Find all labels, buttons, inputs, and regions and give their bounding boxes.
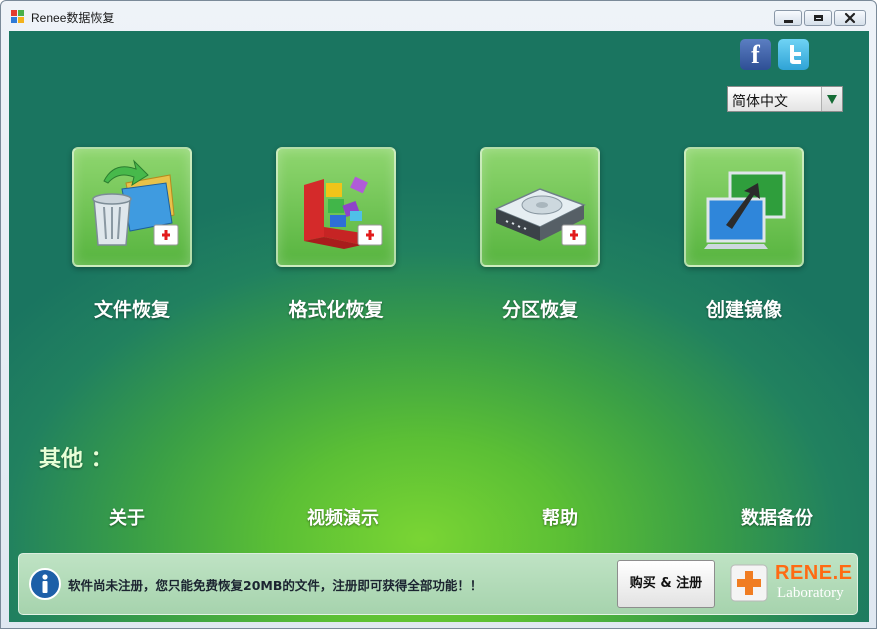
data-backup-link[interactable]: 数据备份 [741, 504, 813, 530]
monitor-arrow-icon [704, 171, 786, 249]
feature-label: 文件恢复 [93, 299, 170, 321]
about-link[interactable]: 关于 [109, 504, 145, 530]
others-title: 其他 ： [39, 447, 113, 472]
recycle-bin-folder-icon [92, 159, 179, 246]
logo-brand-text: RENE.E [775, 562, 853, 584]
twitter-button[interactable] [778, 39, 809, 70]
maximize-icon [813, 15, 823, 21]
facebook-button[interactable]: f [740, 39, 771, 70]
minimize-icon [783, 19, 793, 23]
close-button[interactable] [834, 10, 866, 26]
title-bar[interactable]: Renee数据恢复 [1, 1, 876, 31]
feature-file-recovery[interactable]: 文件恢复 [52, 147, 212, 322]
format-recovery-tile[interactable] [276, 147, 396, 267]
feature-create-image[interactable]: 创建镜像 [664, 147, 824, 322]
feature-format-recovery[interactable]: 格式化恢复 [256, 147, 416, 322]
info-icon [29, 568, 61, 600]
blocks-icon [304, 176, 383, 249]
language-select[interactable]: 简体中文 [727, 86, 843, 112]
app-window: Renee数据恢复 f 简体中文 文件恢复 格式化恢复 分区恢复 创建镜像 其他… [0, 0, 877, 629]
buy-register-button[interactable]: 购买 & 注册 [617, 560, 715, 608]
close-icon [844, 12, 856, 24]
first-aid-logo-icon [730, 564, 768, 602]
maximize-button[interactable] [804, 10, 832, 26]
app-logo-icon [11, 10, 25, 24]
status-bar: 软件尚未注册，您只能免费恢复20MB的文件，注册即可获得全部功能！！ 购买 & … [18, 553, 858, 615]
main-panel: f 简体中文 文件恢复 格式化恢复 分区恢复 创建镜像 其他 ： 关于 视频演示… [9, 31, 869, 622]
minimize-button[interactable] [774, 10, 802, 26]
feature-partition-recovery[interactable]: 分区恢复 [460, 147, 620, 322]
feature-label: 创建镜像 [705, 299, 782, 321]
dropdown-arrow[interactable] [821, 87, 842, 111]
renee-logo: RENE.E Laboratory [729, 559, 857, 609]
language-value: 简体中文 [732, 94, 788, 110]
twitter-icon [790, 45, 801, 64]
registration-message: 软件尚未注册，您只能免费恢复20MB的文件，注册即可获得全部功能！！ [68, 578, 483, 593]
feature-label: 分区恢复 [501, 299, 578, 321]
create-image-tile[interactable] [684, 147, 804, 267]
logo-sub-text: Laboratory [777, 585, 844, 601]
video-demo-link[interactable]: 视频演示 [307, 504, 379, 530]
window-title: Renee数据恢复 [31, 11, 115, 25]
partition-recovery-tile[interactable] [480, 147, 600, 267]
triangle-down-icon [827, 95, 837, 104]
facebook-icon: f [751, 40, 760, 69]
feature-label: 格式化恢复 [288, 299, 384, 321]
hard-drive-icon [494, 188, 587, 246]
file-recovery-tile[interactable] [72, 147, 192, 267]
help-link[interactable]: 帮助 [542, 504, 578, 530]
